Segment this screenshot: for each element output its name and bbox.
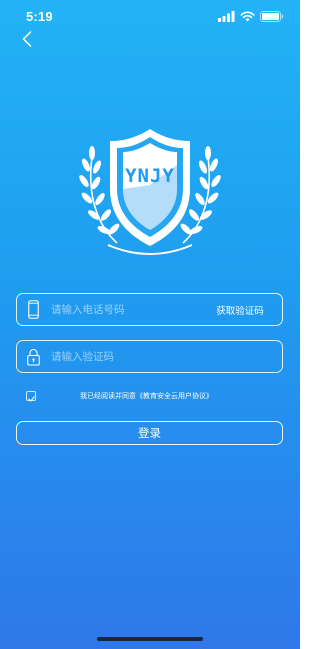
home-indicator [97, 637, 203, 641]
agreement-checkbox[interactable] [26, 391, 36, 402]
phone-icon [17, 293, 49, 326]
agreement-text[interactable]: 我已经阅读并同意《教育安全云用户协议》 [80, 391, 213, 401]
logo-text: YNJY [125, 165, 175, 187]
battery-icon [260, 7, 284, 26]
get-code-button[interactable]: 获取验证码 [198, 303, 282, 317]
code-input[interactable] [49, 350, 282, 363]
status-icons [218, 7, 284, 26]
status-bar: 5:19 [0, 0, 300, 32]
phone-field[interactable]: 获取验证码 [16, 293, 283, 326]
login-button[interactable]: 登录 [16, 421, 283, 445]
status-time: 5:19 [26, 8, 53, 24]
signal-icon [218, 7, 235, 26]
chevron-left-icon [22, 31, 32, 51]
login-screen: 5:19 YNJY 请输入电话号码 获取验证码 请输入验证码 我已经阅读并同意《… [0, 0, 300, 649]
phone-input[interactable] [49, 303, 198, 316]
agreement-row: 我已经阅读并同意《教育安全云用户协议》 [24, 389, 284, 403]
wifi-icon [240, 7, 255, 26]
app-logo: YNJY [75, 125, 225, 260]
code-field[interactable] [16, 340, 283, 373]
lock-icon [17, 340, 49, 373]
checkmark-icon [27, 387, 35, 406]
shield [110, 129, 190, 246]
back-button[interactable] [16, 30, 38, 52]
